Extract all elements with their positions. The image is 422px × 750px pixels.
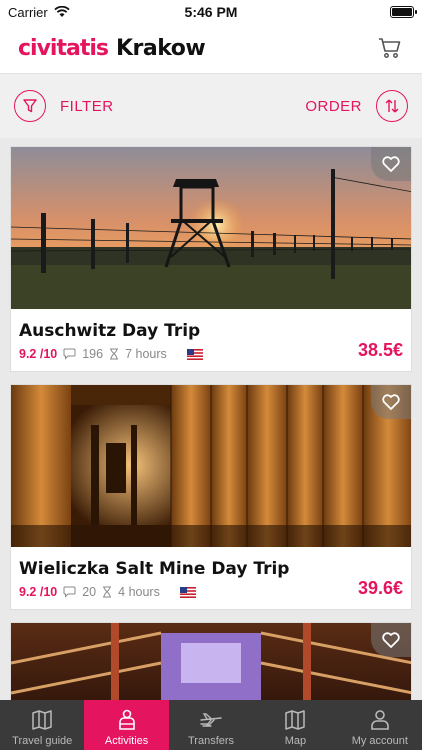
sort-icon xyxy=(376,90,408,122)
activity-meta: 9.2 /10 20 4 hours 39.6€ xyxy=(11,578,411,609)
bottom-tab-bar: Travel guide Activities Transfers Map My… xyxy=(0,700,422,750)
hourglass-icon xyxy=(110,348,119,360)
us-flag-icon xyxy=(179,586,196,598)
activity-image xyxy=(11,147,411,309)
activity-duration: 7 hours xyxy=(125,347,167,361)
activity-duration: 4 hours xyxy=(118,585,160,599)
favorite-button[interactable] xyxy=(371,385,411,419)
filter-icon xyxy=(14,90,46,122)
tab-label: Travel guide xyxy=(12,735,73,747)
status-left: Carrier xyxy=(8,5,70,20)
order-label: ORDER xyxy=(305,97,362,115)
order-button[interactable]: ORDER xyxy=(305,90,408,122)
activity-card[interactable]: Wieliczka Salt Mine Day Trip 9.2 /10 20 … xyxy=(10,384,412,610)
activity-meta: 9.2 /10 196 7 hours 38.5€ xyxy=(11,340,411,371)
activity-title: Auschwitz Day Trip xyxy=(19,321,201,341)
comment-icon xyxy=(63,586,76,598)
filter-bar: FILTER ORDER xyxy=(0,74,422,138)
tab-my-account[interactable]: My account xyxy=(338,700,422,750)
filter-label: FILTER xyxy=(60,97,114,115)
activity-image xyxy=(11,385,411,547)
activity-card[interactable]: Auschwitz Day Trip 9.2 /10 196 7 hours 3… xyxy=(10,146,412,372)
review-count: 20 xyxy=(82,585,97,599)
comment-icon xyxy=(63,348,76,360)
battery-icon xyxy=(390,6,417,18)
filter-button[interactable]: FILTER xyxy=(14,90,114,122)
map-book-icon xyxy=(32,710,52,730)
status-bar: Carrier 5:46 PM xyxy=(0,0,422,24)
tab-travel-guide[interactable]: Travel guide xyxy=(0,700,84,750)
activity-title: Wieliczka Salt Mine Day Trip xyxy=(19,559,290,579)
carrier-label: Carrier xyxy=(8,4,48,20)
tab-label: Map xyxy=(284,735,307,747)
heart-icon xyxy=(382,394,400,410)
tab-label: Transfers xyxy=(187,735,235,747)
us-flag-icon xyxy=(186,348,203,360)
plane-icon xyxy=(200,713,222,727)
map-icon xyxy=(285,710,306,730)
activity-rating: 9.2 /10 xyxy=(19,347,58,361)
user-icon xyxy=(371,710,389,730)
brand-logo[interactable]: civitatis xyxy=(18,36,109,61)
heart-icon xyxy=(382,156,400,172)
tab-label: My account xyxy=(351,735,408,747)
status-time: 5:46 PM xyxy=(184,4,238,20)
activity-list: Auschwitz Day Trip 9.2 /10 196 7 hours 3… xyxy=(10,146,412,736)
tab-map[interactable]: Map xyxy=(253,700,337,750)
tab-transfers[interactable]: Transfers xyxy=(169,700,253,750)
tab-label: Activities xyxy=(104,735,149,747)
heart-icon xyxy=(382,632,400,648)
person-icon xyxy=(118,709,135,730)
activity-price: 39.6€ xyxy=(357,578,403,598)
review-count: 196 xyxy=(82,347,104,361)
favorite-button[interactable] xyxy=(371,147,411,181)
activity-price: 38.5€ xyxy=(357,340,403,360)
wifi-icon xyxy=(54,6,70,17)
cart-icon[interactable] xyxy=(378,37,402,59)
activity-rating: 9.2 /10 xyxy=(19,585,58,599)
hourglass-icon xyxy=(103,586,112,598)
tab-activities[interactable]: Activities xyxy=(84,700,169,750)
favorite-button[interactable] xyxy=(371,623,411,657)
app-header: civitatis Krakow xyxy=(0,24,422,74)
page-title: Krakow xyxy=(115,36,206,61)
